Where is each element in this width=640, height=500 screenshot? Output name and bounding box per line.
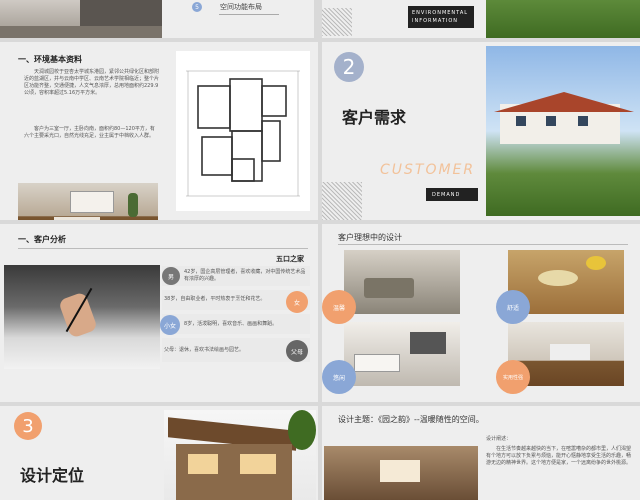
interior-photo <box>18 183 158 220</box>
environment-paragraph-1: 天润城园校于亚杏太学城东港园，紧邻公共绿化区和部附近的蓝湖区，并与云南中学区、云… <box>24 69 160 96</box>
lawn-photo <box>486 0 640 38</box>
family-label: 五口之家 <box>276 255 304 263</box>
space-layout-label: 空间功能布局 <box>220 3 262 11</box>
theme-title: 设计主题：《园之韵》--温暖随性的空间。 <box>338 415 484 424</box>
slide-top-right: ENVIRONMENTAL INFORMATION <box>322 0 640 38</box>
demand-title: 客户需求 <box>342 108 407 127</box>
family-member-text: 父母：退休，喜欢书法绘画与园艺。 <box>164 347 245 353</box>
ideal-divider <box>338 244 628 245</box>
person-icon: 女 <box>286 291 308 313</box>
house-photo <box>486 46 640 216</box>
environmental-badge: ENVIRONMENTAL INFORMATION <box>408 6 474 28</box>
ideal-design-title: 客户理想中的设计 <box>338 233 402 242</box>
slide-top-left <box>0 0 176 38</box>
living-room-photo <box>344 250 460 314</box>
ideal-bubble: 舒适 <box>496 290 530 324</box>
living-room-photo <box>0 0 176 38</box>
ideal-bubble: 悠闲 <box>322 360 356 394</box>
analysis-divider <box>18 248 308 249</box>
family-member-text: 38岁，自由职业者，平时热衷于烹饪和花艺。 <box>164 296 266 302</box>
slide-environment: 一、环境基本资料 天润城园校于亚杏太学城东港园，紧邻公共绿化区和部附近的蓝湖区，… <box>0 42 318 220</box>
interior-hall-photo <box>324 446 478 500</box>
floor-plan <box>176 51 310 211</box>
diagonal-pattern <box>322 182 362 220</box>
position-title: 设计定位 <box>20 466 85 485</box>
person-icon: 男 <box>162 267 180 285</box>
theme-description: 在生活节奏越来越快的当下，在喧嚣嘈杂的都市里，人们渴望有个地方可以放下负累与烦恼… <box>486 446 632 466</box>
step-number-badge: 5 <box>192 2 202 12</box>
person-icon: 父母 <box>286 340 308 362</box>
environment-paragraph-2: 客户为三室一厅，主卧向南，面积约80—120平方，有六个主要采光口，自然光线充足… <box>24 126 155 139</box>
family-member-text: 42岁，国企高层管理者，喜欢收藏，对中国传统艺术品有浓厚的兴趣。 <box>184 269 306 282</box>
slide-theme: 设计主题：《园之韵》--温暖随性的空间。 设计阐述： 在生活节奏越来越快的当下，… <box>322 406 640 500</box>
section-number-badge: 3 <box>14 412 42 440</box>
ideal-bubble: 温馨 <box>322 290 356 324</box>
customer-watermark: CUSTOMER <box>380 162 476 178</box>
modern-house-photo <box>164 410 316 500</box>
theme-desc-label: 设计阐述： <box>486 436 512 442</box>
demand-badge: DEMAND <box>426 188 478 201</box>
ideal-bubble: 实用性强 <box>496 360 530 394</box>
slide-ideal-design: 客户理想中的设计 温馨 舒适 悠闲 实用性强 <box>322 224 640 402</box>
slide-top-mid: 5 空间功能布局 <box>162 0 314 38</box>
writing-hand-photo <box>4 265 160 369</box>
section-number-badge: 2 <box>334 52 364 82</box>
slide-demand: 2 客户需求 CUSTOMER DEMAND <box>322 42 640 220</box>
analysis-title: 一、客户分析 <box>18 235 66 244</box>
diagonal-pattern <box>322 8 352 36</box>
person-icon: 小女 <box>160 315 180 335</box>
slide-analysis: 一、客户分析 五口之家 男 42岁，国企高层管理者，喜欢收藏，对中国传统艺术品有… <box>0 224 318 402</box>
bedroom-photo <box>344 322 460 386</box>
slide-position: 3 设计定位 <box>0 406 318 500</box>
environment-title: 一、环境基本资料 <box>18 55 82 64</box>
family-member-text: 8岁，活泼聪明，喜欢音乐、画画和舞蹈。 <box>184 321 278 327</box>
